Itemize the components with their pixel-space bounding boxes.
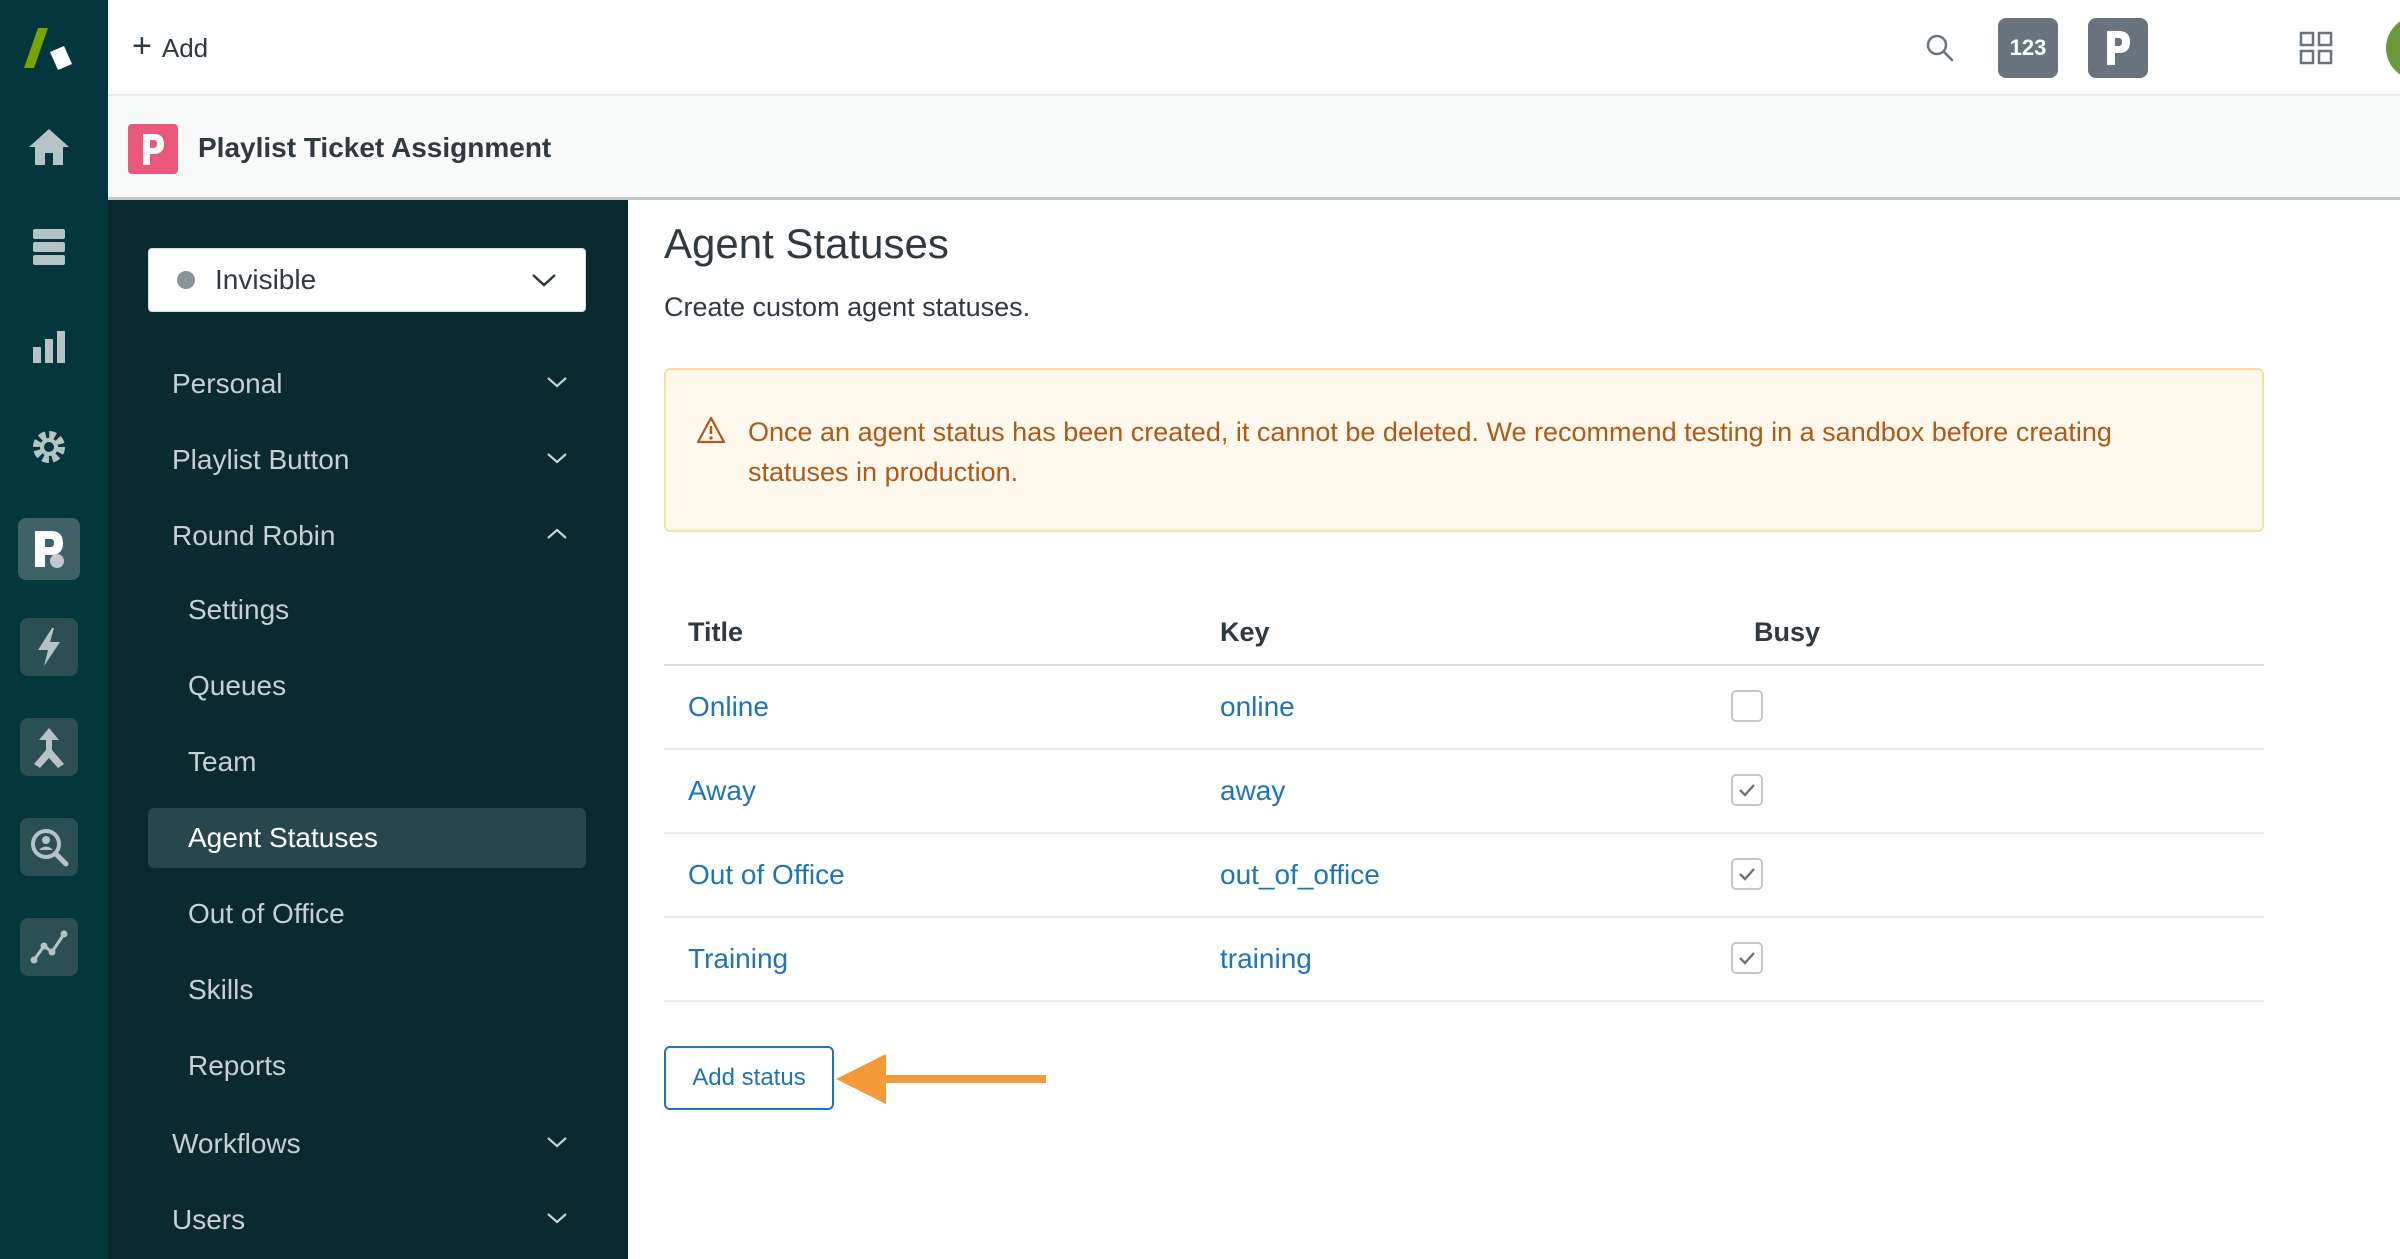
- status-title-link[interactable]: Training: [688, 918, 788, 1000]
- sidebar-item-personal[interactable]: Personal: [148, 354, 586, 414]
- sidebar-item-team[interactable]: Team: [148, 732, 586, 792]
- chevron-down-icon: [547, 1137, 567, 1148]
- sidebar-item-label: Round Robin: [172, 520, 336, 551]
- plus-icon: +: [132, 27, 152, 65]
- sidebar-item-agent-statuses[interactable]: Agent Statuses: [148, 808, 586, 868]
- status-key-link[interactable]: out_of_office: [1220, 834, 1380, 916]
- warning-icon: [696, 416, 726, 444]
- sidebar-item-round-robin[interactable]: Round Robin: [148, 506, 586, 566]
- column-header-busy: Busy: [1754, 616, 1821, 647]
- sidebar-item-label: Out of Office: [188, 898, 345, 929]
- app-sidebar: Invisible Personal Playlist Button Round…: [108, 200, 628, 1259]
- search-icon[interactable]: [1920, 28, 1960, 68]
- busy-checkbox[interactable]: [1731, 774, 1763, 806]
- sidebar-item-reports[interactable]: Reports: [148, 1036, 586, 1096]
- app-title: Playlist Ticket Assignment: [198, 132, 552, 163]
- views-icon[interactable]: [18, 216, 80, 278]
- add-button[interactable]: + Add: [132, 26, 208, 70]
- chevron-up-icon: [547, 528, 567, 539]
- sidebar-item-label: Personal: [172, 368, 283, 399]
- status-title-link[interactable]: Online: [688, 666, 769, 748]
- chevron-down-icon: [532, 274, 556, 287]
- zendesk-logo: [24, 28, 72, 70]
- busy-checkbox[interactable]: [1731, 942, 1763, 974]
- product-rail: [0, 0, 108, 1259]
- main-content: Agent Statuses Create custom agent statu…: [628, 200, 2400, 1259]
- table-row: Away away: [664, 750, 2264, 834]
- busy-checkbox[interactable]: [1731, 690, 1763, 722]
- sidebar-item-settings[interactable]: Settings: [148, 580, 586, 640]
- table-row: Online online: [664, 666, 2264, 750]
- sidebar-item-label: Settings: [188, 594, 290, 625]
- sidebar-item-workflows[interactable]: Workflows: [148, 1114, 586, 1174]
- column-header-key: Key: [1220, 616, 1270, 647]
- check-icon: [1739, 868, 1755, 881]
- playlist-app-icon[interactable]: [18, 518, 80, 580]
- sidebar-item-label: Workflows: [172, 1128, 301, 1159]
- sidebar-item-label: Playlist Button: [172, 444, 350, 475]
- sidebar-item-playlist-button[interactable]: Playlist Button: [148, 430, 586, 490]
- app-header: Playlist Ticket Assignment: [108, 96, 2400, 200]
- table-row: Training training: [664, 918, 2264, 1002]
- apps-grid-icon[interactable]: [2298, 30, 2334, 66]
- warning-text: Once an agent status has been created, i…: [748, 417, 2112, 487]
- merge-icon[interactable]: [18, 716, 80, 778]
- top-bar: + Add 123 A: [108, 0, 2400, 96]
- sidebar-item-out-of-office[interactable]: Out of Office: [148, 884, 586, 944]
- sidebar-item-users[interactable]: Users: [148, 1190, 586, 1250]
- column-header-title: Title: [688, 616, 744, 647]
- sidebar-item-label: Agent Statuses: [188, 822, 378, 853]
- page-title: Agent Statuses: [664, 220, 949, 267]
- check-icon: [1739, 784, 1755, 797]
- counter-app-badge[interactable]: 123: [1998, 18, 2058, 78]
- status-select-value: Invisible: [215, 264, 317, 295]
- status-title-link[interactable]: Out of Office: [688, 834, 845, 916]
- status-key-link[interactable]: away: [1220, 750, 1285, 832]
- sidebar-item-skills[interactable]: Skills: [148, 960, 586, 1020]
- table-row: Out of Office out_of_office: [664, 834, 2264, 918]
- status-key-link[interactable]: training: [1220, 918, 1312, 1000]
- sidebar-item-label: Users: [172, 1204, 246, 1235]
- add-status-button[interactable]: Add status: [664, 1046, 834, 1110]
- chevron-down-icon: [547, 453, 567, 464]
- sidebar-item-queues[interactable]: Queues: [148, 656, 586, 716]
- sidebar-item-label: Reports: [188, 1050, 287, 1081]
- add-button-label: Add: [161, 32, 209, 63]
- analytics-icon[interactable]: [18, 916, 80, 978]
- lightning-icon[interactable]: [18, 616, 80, 678]
- gear-icon[interactable]: [18, 416, 80, 478]
- sidebar-item-label: Skills: [188, 974, 254, 1005]
- playlist-logo-icon: [128, 124, 178, 174]
- callout-arrow-icon: [836, 1054, 1046, 1104]
- chevron-down-icon: [547, 377, 567, 388]
- reporting-icon[interactable]: [18, 316, 80, 378]
- status-dot-icon: [177, 271, 195, 289]
- avatar[interactable]: A: [2386, 16, 2400, 80]
- playlist-p-icon: [2107, 31, 2130, 65]
- home-icon[interactable]: [18, 116, 80, 178]
- status-key-link[interactable]: online: [1220, 666, 1295, 748]
- search-people-icon[interactable]: [18, 816, 80, 878]
- warning-alert: Once an agent status has been created, i…: [664, 368, 2264, 532]
- agent-status-select[interactable]: Invisible: [148, 248, 586, 312]
- busy-checkbox[interactable]: [1731, 858, 1763, 890]
- status-title-link[interactable]: Away: [688, 750, 756, 832]
- page-subtitle: Create custom agent statuses.: [664, 292, 1031, 322]
- sidebar-item-label: Queues: [188, 670, 287, 701]
- chevron-down-icon: [547, 1213, 567, 1224]
- check-icon: [1739, 952, 1755, 965]
- sidebar-item-label: Team: [188, 746, 257, 777]
- playlist-app-badge[interactable]: [2088, 18, 2148, 78]
